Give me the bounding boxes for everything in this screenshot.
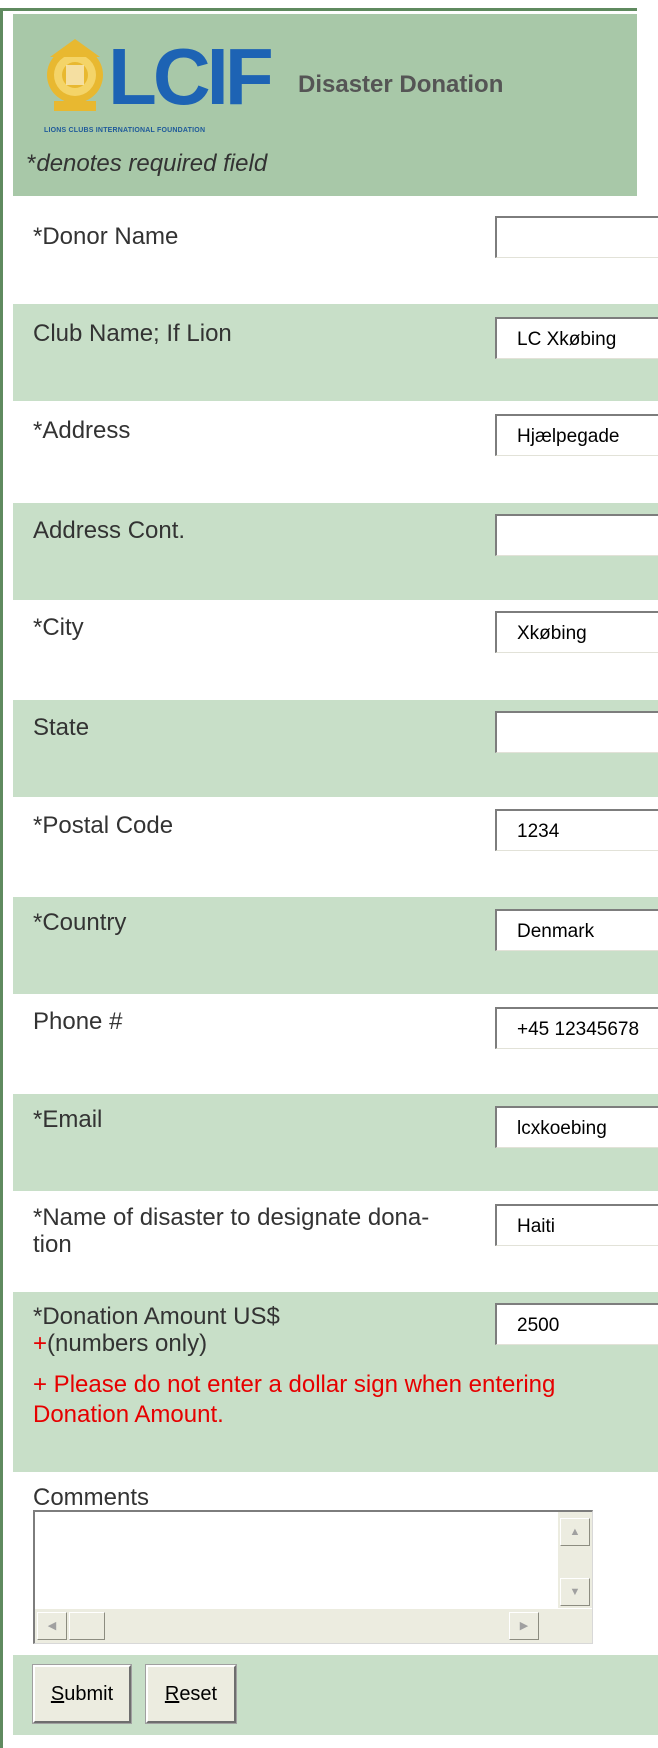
submit-button[interactable]: Submit [32, 1664, 132, 1724]
reset-access-key: R [164, 1683, 180, 1705]
field-row-donor-name: *Donor Name [13, 200, 658, 297]
club-name-label: Club Name; If Lion [33, 320, 232, 347]
field-row-country: *Country Denmark [13, 897, 658, 994]
email-label: *Email [33, 1106, 103, 1133]
comments-vertical-scrollbar[interactable]: ▲ ▼ [558, 1512, 592, 1608]
reset-button[interactable]: Reset [145, 1664, 237, 1724]
horizontal-scroll-thumb[interactable] [69, 1612, 105, 1640]
scroll-down-icon[interactable]: ▼ [560, 1578, 590, 1606]
required-note: *denotes required field [27, 150, 267, 178]
state-input[interactable] [495, 711, 658, 753]
donation-amount-label-line2: (numbers only) [47, 1330, 208, 1357]
comments-horizontal-scrollbar[interactable]: ◀ ▶ [35, 1609, 559, 1643]
address-cont-input[interactable] [495, 514, 658, 556]
donor-name-input[interactable] [495, 216, 658, 258]
country-input[interactable]: Denmark [495, 909, 658, 951]
donation-amount-label: *Donation Amount US$ +(numbers only) [33, 1303, 280, 1357]
field-row-disaster-name: *Name of disaster to designate dona-tion… [13, 1191, 658, 1290]
field-row-address-cont: Address Cont. [13, 503, 658, 600]
city-label: *City [33, 614, 84, 641]
comments-textarea[interactable]: ▲ ▼ ◀ ▶ [33, 1510, 593, 1644]
frame-top-border [0, 8, 637, 11]
scroll-left-icon[interactable]: ◀ [37, 1612, 67, 1640]
field-row-club-name: Club Name; If Lion LC Xkøbing [13, 304, 658, 401]
required-marker: * [27, 150, 37, 177]
field-row-city: *City Xkøbing [13, 600, 658, 697]
submit-label: ubmit [64, 1683, 114, 1705]
city-input[interactable]: Xkøbing [495, 611, 658, 653]
reset-label: eset [179, 1683, 218, 1705]
logo-caption: LIONS CLUBS INTERNATIONAL FOUNDATION [44, 127, 206, 134]
field-row-phone: Phone # +45 12345678 [13, 994, 658, 1091]
field-row-donation-amount: *Donation Amount US$ +(numbers only) 2500… [13, 1292, 658, 1472]
disaster-name-label-line2: tion [33, 1231, 72, 1258]
field-row-state: State [13, 700, 658, 797]
donor-name-label: *Donor Name [33, 223, 179, 250]
field-row-postal-code: *Postal Code 1234 [13, 797, 658, 894]
postal-code-input[interactable]: 1234 [495, 809, 658, 851]
comments-label: Comments [33, 1484, 150, 1511]
state-label: State [33, 714, 90, 741]
email-input[interactable]: lcxkoebing [495, 1106, 658, 1148]
postal-code-label: *Postal Code [33, 812, 174, 839]
logo-letters: LCIF [108, 32, 274, 121]
address-label: *Address [33, 417, 131, 444]
submit-access-key: S [50, 1683, 65, 1705]
donation-amount-label-line1: *Donation Amount US$ [33, 1303, 280, 1330]
scrollbar-corner [558, 1609, 592, 1643]
lcif-logo: LCIF LIONS CLUBS INTERNATIONAL FOUNDATIO… [42, 35, 280, 147]
required-note-text: denotes required field [36, 150, 268, 177]
disaster-name-input[interactable]: Haiti [495, 1204, 658, 1246]
address-input[interactable]: Hjælpegade [495, 414, 658, 456]
disaster-name-label: *Name of disaster to designate dona-tion [33, 1204, 429, 1258]
dollar-sign-warning: + Please do not enter a dollar sign when… [33, 1371, 556, 1428]
disaster-name-label-line1: *Name of disaster to designate dona- [33, 1204, 430, 1231]
form-header: LCIF LIONS CLUBS INTERNATIONAL FOUNDATIO… [13, 14, 637, 196]
phone-input[interactable]: +45 12345678 [495, 1007, 658, 1049]
lions-emblem-icon [47, 39, 103, 111]
donation-plus-marker: + [33, 1330, 48, 1357]
phone-label: Phone # [33, 1008, 123, 1035]
scroll-up-icon[interactable]: ▲ [560, 1518, 590, 1546]
country-label: *Country [33, 909, 127, 936]
scroll-right-icon[interactable]: ▶ [509, 1612, 539, 1640]
form-title: Disaster Donation [298, 71, 504, 98]
address-cont-label: Address Cont. [33, 517, 186, 544]
field-row-address: *Address Hjælpegade [13, 401, 658, 498]
frame-left-border [0, 8, 3, 1748]
donation-amount-input[interactable]: 2500 [495, 1303, 658, 1345]
club-name-input[interactable]: LC Xkøbing [495, 317, 658, 359]
field-row-email: *Email lcxkoebing [13, 1094, 658, 1191]
